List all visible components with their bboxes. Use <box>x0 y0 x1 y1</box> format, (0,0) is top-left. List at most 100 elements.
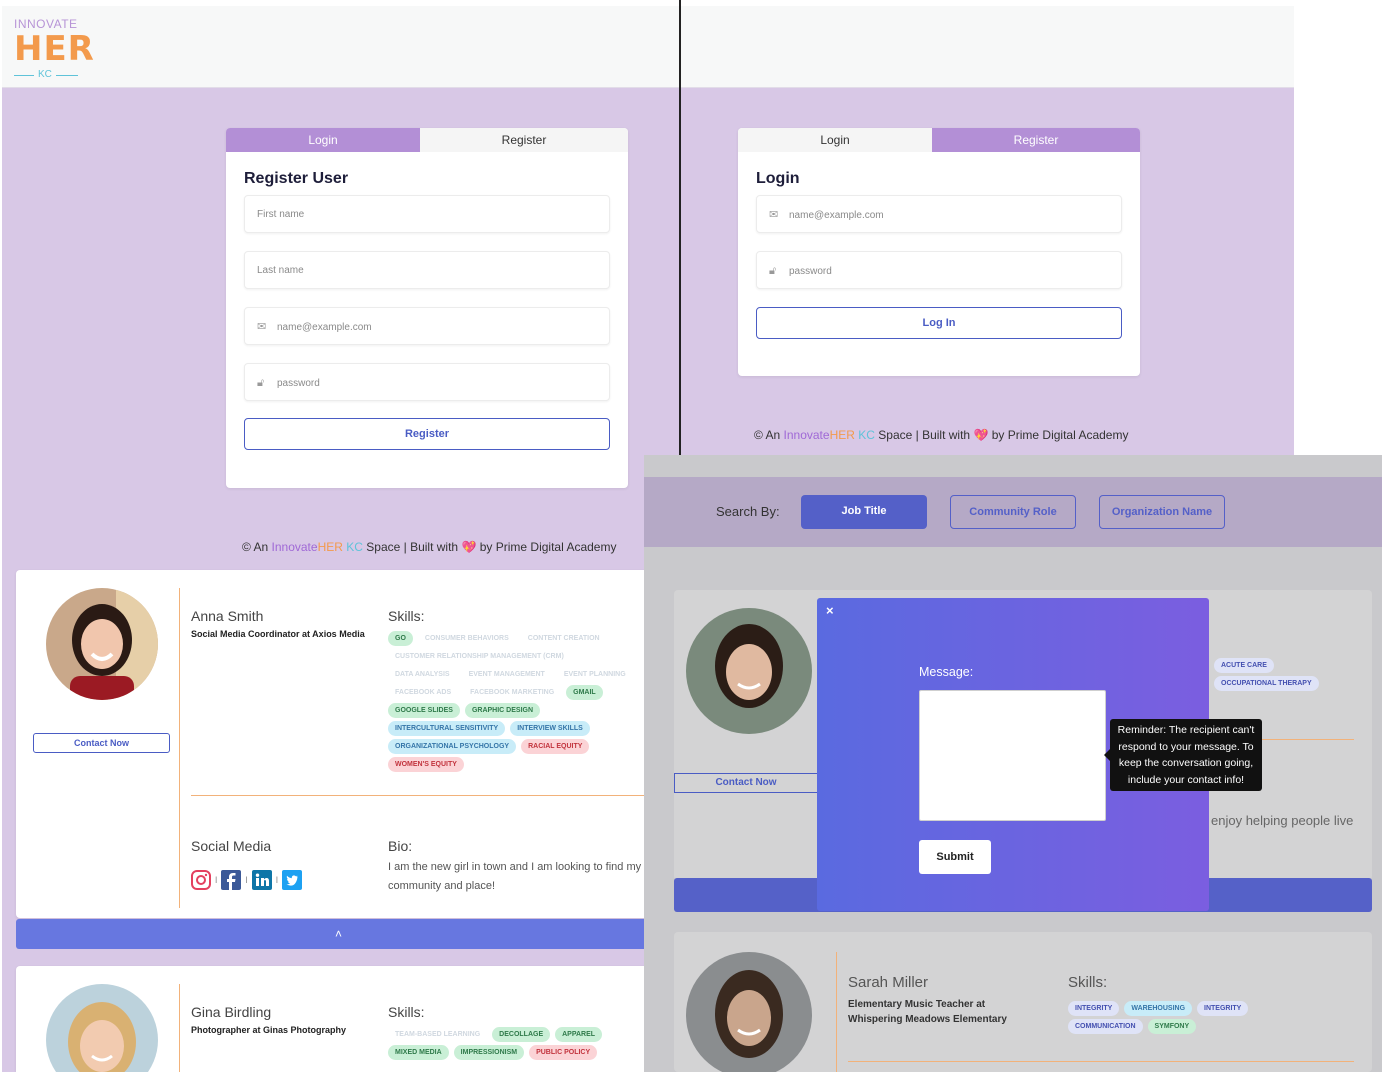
profile-divider-horizontal <box>848 1061 1354 1062</box>
last-name-placeholder: Last name <box>257 265 304 276</box>
profile-role: Photographer at Ginas Photography <box>191 1025 347 1035</box>
register-footer: © An InnovateHER KC Space | Built with 💖… <box>242 540 616 554</box>
register-password-field[interactable]: 🔓︎ password <box>244 363 610 401</box>
skills-title: Skills: <box>388 1004 425 1020</box>
avatar-photo <box>686 608 812 734</box>
contact-now-button[interactable]: Contact Now <box>33 733 170 753</box>
skill-tag: EVENT MANAGEMENT <box>468 671 545 678</box>
skill-tag: GRAPHIC DESIGN <box>464 703 541 718</box>
login-password-placeholder: password <box>789 266 832 277</box>
profile-name: Anna Smith <box>191 608 264 624</box>
contact-now-button[interactable]: Contact Now <box>674 773 818 793</box>
community-role-button[interactable]: Community Role <box>950 495 1076 529</box>
facebook-icon[interactable] <box>221 870 242 890</box>
tab-register[interactable]: Register <box>420 128 628 152</box>
skill-tag: IMPRESSIONISM <box>453 1045 525 1060</box>
profile-name: Sarah Miller <box>848 974 929 991</box>
composite-divider-line <box>679 0 681 460</box>
organization-name-button[interactable]: Organization Name <box>1099 495 1225 529</box>
skill-tag: CONTENT CREATION <box>527 635 600 642</box>
skill-tag: GOOGLE SLIDES <box>388 703 460 718</box>
logo-her-text: HER <box>14 29 95 69</box>
job-title-button[interactable]: Job Title <box>801 495 927 529</box>
last-name-field[interactable]: Last name <box>244 251 610 289</box>
footer-prefix: © An <box>242 540 272 554</box>
instagram-icon[interactable] <box>191 870 211 890</box>
login-password-field[interactable]: 🔓︎ password <box>756 251 1122 289</box>
skill-tag: TEAM-BASED LEARNING <box>395 1031 481 1038</box>
close-icon[interactable]: × <box>826 603 834 618</box>
register-email-field[interactable]: ✉ name@example.com <box>244 307 610 345</box>
submit-button[interactable]: Submit <box>919 840 991 874</box>
profile-divider-vertical <box>836 952 837 1072</box>
bio-title: Bio: <box>388 838 413 854</box>
profile-name: Gina Birdling <box>191 1004 272 1020</box>
footer-prefix: © An <box>754 428 784 442</box>
login-footer: © An InnovateHER KC Space | Built with 💖… <box>754 428 1128 442</box>
search-bar: Search By: Job Title Community Role Orga… <box>644 477 1382 547</box>
profile-card: Contact Now Anna Smith Social Media Coor… <box>16 570 661 918</box>
login-button[interactable]: Log In <box>756 307 1122 339</box>
avatar-photo <box>46 984 158 1072</box>
register-email-placeholder: name@example.com <box>277 322 372 333</box>
skill-tag: EVENT PLANNING <box>563 671 626 678</box>
skill-tag: CUSTOMER RELATIONSHIP MANAGEMENT (CRM) <box>395 653 564 660</box>
profile-card: Sarah Miller Elementary Music Teacher at… <box>674 932 1372 1072</box>
skill-tag: PUBLIC POLICY <box>529 1045 598 1060</box>
skill-tag: CONSUMER BEHAVIORS <box>424 635 509 642</box>
login-card: Login Register Login ✉ name@example.com 🔓… <box>738 128 1140 376</box>
tab-login[interactable]: Login <box>226 128 420 152</box>
profile-divider-horizontal <box>191 795 644 796</box>
profile-role: Social Media Coordinator at Axios Media <box>191 629 365 639</box>
social-media-title: Social Media <box>191 838 272 854</box>
message-label: Message: <box>919 665 974 679</box>
footer-suffix: Space | Built with <box>874 428 971 442</box>
tab-register[interactable]: Register <box>932 128 1140 152</box>
search-by-label: Search By: <box>716 504 780 519</box>
footer-brand-her: HER <box>317 540 343 554</box>
skill-tag: RACIAL EQUITY <box>521 739 590 754</box>
footer-brand-her: HER <box>829 428 855 442</box>
skill-tag: INTEGRITY <box>1197 1001 1249 1016</box>
lock-icon: 🔓︎ <box>257 377 265 389</box>
skill-tag: OCCUPATIONAL THERAPY <box>1214 676 1319 691</box>
login-email-field[interactable]: ✉ name@example.com <box>756 195 1122 233</box>
first-name-field[interactable]: First name <box>244 195 610 233</box>
message-textarea[interactable] <box>919 690 1106 821</box>
skill-tag: INTERVIEW SKILLS <box>510 721 590 736</box>
skills-tags: INTEGRITY WAREHOUSING INTEGRITY COMMUNICATI… <box>1068 1001 1288 1034</box>
logo-kc-text: KC <box>38 69 52 80</box>
avatar <box>686 952 812 1072</box>
footer-brand-kc: KC <box>858 428 875 442</box>
skill-tag: DECOLLAGE <box>492 1027 551 1042</box>
skill-tag: INTEGRITY <box>1068 1001 1120 1016</box>
login-title: Login <box>756 170 800 187</box>
footer-by: by Prime Digital Academy <box>479 540 617 554</box>
social-icons: ǀ ǀ ǀ <box>191 869 303 891</box>
profile-card: Gina Birdling Photographer at Ginas Phot… <box>16 966 661 1072</box>
linkedin-icon[interactable] <box>251 870 272 890</box>
skill-tag: GMAIL <box>566 685 603 700</box>
skill-tag: WAREHOUSING <box>1124 1001 1193 1016</box>
skill-tag: SYMFONY <box>1147 1019 1197 1034</box>
lock-icon: 🔓︎ <box>769 265 777 277</box>
register-card: Login Register Register User First name … <box>226 128 628 488</box>
avatar <box>46 984 158 1072</box>
heart-icon: 💖 <box>973 428 989 442</box>
skill-tag: GO <box>388 631 413 646</box>
logo-line-right <box>56 75 78 76</box>
chevron-up-icon: ˄ <box>334 927 342 941</box>
tab-login[interactable]: Login <box>738 128 932 152</box>
footer-brand-kc: KC <box>346 540 363 554</box>
bio-text: I am the new girl in town and I am looki… <box>388 861 642 892</box>
register-button[interactable]: Register <box>244 418 610 450</box>
twitter-icon[interactable] <box>282 870 303 890</box>
social-separator: ǀ <box>215 875 218 885</box>
collapse-button[interactable]: ˄ <box>16 919 661 949</box>
skill-tag: APPAREL <box>555 1027 603 1042</box>
avatar <box>46 588 158 700</box>
footer-by: by Prime Digital Academy <box>991 428 1129 442</box>
profile-divider-vertical <box>179 984 180 1072</box>
social-separator: ǀ <box>275 875 279 885</box>
skills-title: Skills: <box>1068 974 1108 991</box>
